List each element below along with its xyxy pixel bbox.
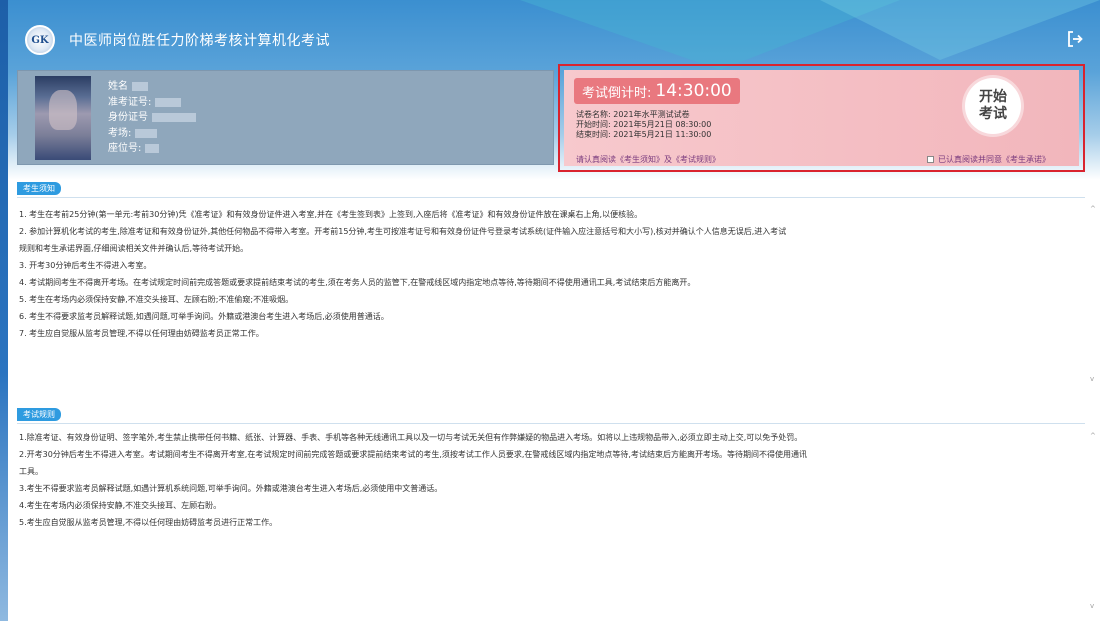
start-button-line2: 考试 [979, 106, 1007, 122]
candidate-photo [35, 76, 91, 160]
agree-checkbox-row[interactable]: 已认真阅读并同意《考生承诺》 [927, 154, 1050, 165]
rules-line: 1.除准考证、有效身份证明、签字笔外,考生禁止携带任何书籍、纸张、计算器、手表、… [19, 433, 803, 442]
rules-line: 5.考生应自觉服从监考员管理,不得以任何理由妨碍监考员进行正常工作。 [19, 518, 278, 527]
countdown-value: 14:30:00 [655, 81, 732, 101]
room-label: 考场: [108, 127, 132, 139]
notice-line: 4. 考试期间考生不得离开考场。在考试规定时间前完成答题或要求提前结束考试的考生… [19, 278, 696, 287]
exam-info: 试卷名称: 2021年水平测试试卷 开始时间: 2021年5月21日 08:30… [576, 110, 711, 140]
scroll-up-icon[interactable]: ^ [1090, 432, 1096, 440]
exam-panel: 考试倒计时: 14:30:00 试卷名称: 2021年水平测试试卷 开始时间: … [558, 64, 1085, 172]
notice-line: 5. 考生在考场内必须保持安静,不准交头接耳、左顾右盼;不准偷窥;不准吸烟。 [19, 295, 294, 304]
agree-checkbox[interactable] [927, 156, 934, 163]
start-time: 开始时间: 2021年5月21日 08:30:00 [576, 120, 712, 129]
id-value-redacted [152, 113, 196, 122]
rules-section-body: 1.除准考证、有效身份证明、签字笔外,考生禁止携带任何书籍、纸张、计算器、手表、… [17, 423, 1085, 613]
paper-name: 试卷名称: 2021年水平测试试卷 [576, 110, 690, 119]
background-left-stripe [0, 0, 8, 621]
notice-section-tag: 考生须知 [17, 182, 61, 195]
notice-line: 6. 考生不得要求监考员解释试题,如遇问题,可举手询问。外籍或港澳台考生进入考场… [19, 312, 389, 321]
ticket-label: 准考证号: [108, 96, 152, 108]
candidate-name-row: 姓名 [108, 79, 196, 95]
name-label: 姓名 [108, 81, 128, 92]
exam-panel-inner: 考试倒计时: 14:30:00 试卷名称: 2021年水平测试试卷 开始时间: … [564, 70, 1079, 166]
end-time: 结束时间: 2021年5月21日 11:30:00 [576, 130, 712, 139]
start-button-line1: 开始 [979, 89, 1007, 105]
name-value-redacted [132, 82, 148, 91]
app-title: 中医师岗位胜任力阶梯考核计算机化考试 [69, 33, 330, 49]
candidate-ticket-row: 准考证号: [108, 95, 196, 111]
room-value-redacted [135, 128, 158, 138]
notice-line: 2. 参加计算机化考试的考生,除准考证和有效身份证外,其他任何物品不得带入考室。… [19, 227, 787, 236]
countdown-label: 考试倒计时: [582, 85, 652, 101]
candidate-info: 姓名 准考证号: 身份证号 考场: 座位号: [108, 79, 196, 157]
scroll-down-icon[interactable]: v [1090, 602, 1094, 610]
start-exam-button[interactable]: 开始 考试 [965, 78, 1021, 134]
notice-scrollbar[interactable]: ^ v [1090, 205, 1098, 385]
countdown-badge: 考试倒计时: 14:30:00 [574, 78, 740, 104]
logout-icon[interactable] [1066, 30, 1084, 48]
notice-section-body: 1. 考生在考前25分钟(第一单元:考前30分钟)凭《准考证》和有效身份证件进入… [17, 197, 1085, 387]
seat-value-redacted [145, 144, 160, 153]
ticket-value-redacted [155, 97, 182, 107]
logo-text: GK [31, 34, 49, 46]
candidate-room-row: 考场: [108, 126, 196, 142]
notice-line: 1. 考生在考前25分钟(第一单元:考前30分钟)凭《准考证》和有效身份证件进入… [19, 210, 643, 219]
rules-line: 4.考生在考场内必须保持安静,不准交头接耳、左顾右盼。 [19, 501, 222, 510]
rules-section-tag: 考试规则 [17, 408, 61, 421]
rules-line: 2.开考30分钟后考生不得进入考室。考试期间考生不得离开考室,在考试规定时间前完… [19, 450, 807, 459]
seat-label: 座位号: [108, 143, 142, 154]
id-label: 身份证号 [108, 112, 148, 123]
candidate-id-row: 身份证号 [108, 110, 196, 126]
rules-scrollbar[interactable]: ^ v [1090, 432, 1098, 612]
app-header: GK 中医师岗位胜任力阶梯考核计算机化考试 [8, 18, 1100, 62]
candidate-card: 姓名 准考证号: 身份证号 考场: 座位号: [17, 70, 554, 165]
notice-line: 7. 考生应自觉服从监考员管理,不得以任何理由妨碍监考员正常工作。 [19, 329, 264, 338]
scroll-down-icon[interactable]: v [1090, 375, 1094, 383]
read-notice-link[interactable]: 请认真阅读《考生须知》及《考试规则》 [576, 154, 720, 165]
candidate-seat-row: 座位号: [108, 141, 196, 157]
scroll-up-icon[interactable]: ^ [1090, 205, 1096, 213]
rules-line: 工具。 [19, 467, 43, 476]
notice-line: 规则和考生承诺界面,仔细阅读相关文件并确认后,等待考试开始。 [19, 244, 249, 253]
rules-line: 3.考生不得要求监考员解释试题,如遇计算机系统问题,可举手询问。外籍或港澳台考生… [19, 484, 443, 493]
notice-line: 3. 开考30分钟后考生不得进入考室。 [19, 261, 152, 270]
agree-text: 已认真阅读并同意《考生承诺》 [938, 155, 1050, 164]
gk-logo-icon: GK [25, 25, 55, 55]
